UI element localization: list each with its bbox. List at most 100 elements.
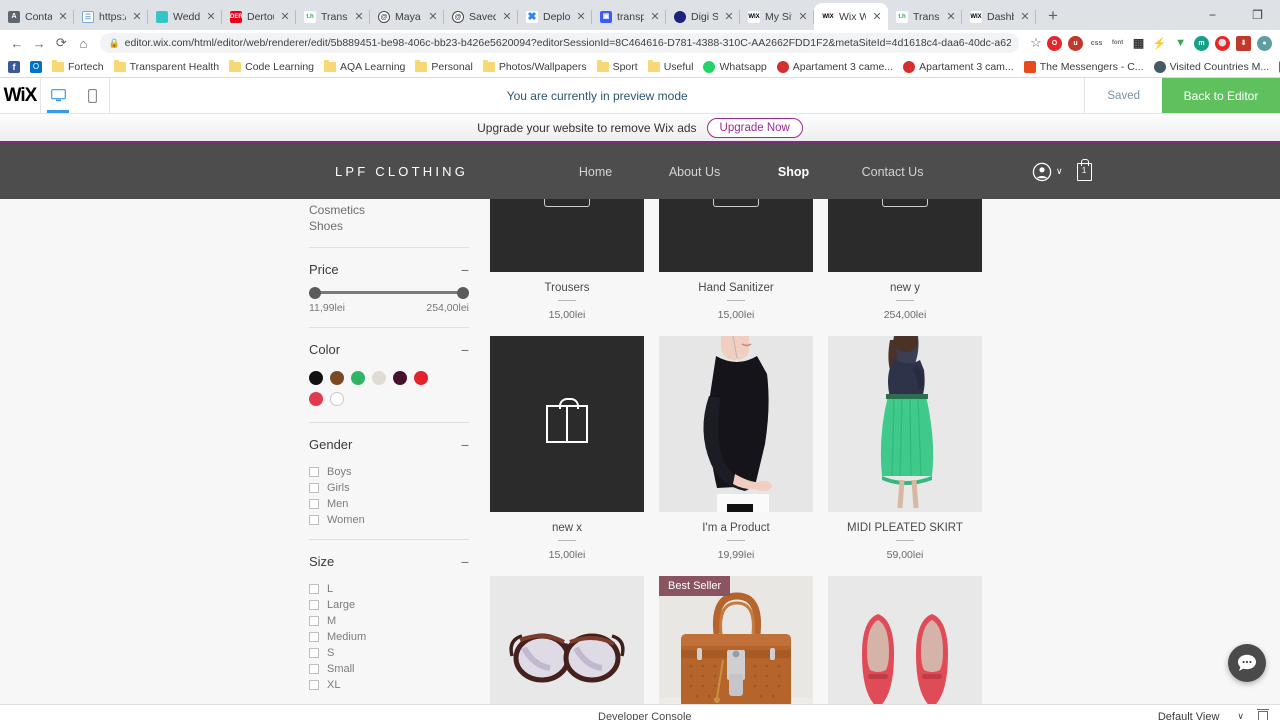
nav-item-shop[interactable]: Shop — [744, 165, 843, 179]
filter-color-header[interactable]: Color − — [309, 342, 469, 357]
checkbox-size-large[interactable] — [309, 600, 319, 610]
collapse-icon[interactable]: − — [461, 438, 469, 452]
checkbox-row[interactable]: S — [309, 647, 469, 659]
trash-icon[interactable] — [1257, 708, 1269, 720]
product-card[interactable]: Best Seller — [659, 576, 813, 704]
color-swatch-black[interactable] — [309, 371, 323, 385]
product-image[interactable] — [828, 576, 982, 704]
address-bar[interactable]: 🔒 editor.wix.com/html/editor/web/rendere… — [100, 33, 1019, 53]
checkbox-row[interactable]: XL — [309, 679, 469, 691]
collapse-icon[interactable]: − — [461, 555, 469, 569]
checkbox-women[interactable] — [309, 515, 319, 525]
checkbox-row[interactable]: Small — [309, 663, 469, 675]
bookmark-outlook[interactable]: O — [26, 60, 46, 74]
bookmark-folder[interactable]: Photos/Wallpapers — [479, 59, 591, 74]
checkbox-girls[interactable] — [309, 483, 319, 493]
bookmark-apps[interactable]: f — [4, 60, 24, 74]
product-image[interactable] — [659, 199, 813, 272]
mobile-icon[interactable] — [75, 78, 109, 113]
bookmark-folder[interactable]: AQA Learning — [320, 59, 409, 74]
category-link-shoes[interactable]: Shoes — [309, 218, 469, 234]
browser-tab[interactable]: Digi Sport ✕ — [666, 3, 740, 30]
stop-icon[interactable]: ⚪ — [1215, 35, 1231, 51]
close-icon[interactable]: ✕ — [427, 11, 439, 23]
checkbox-row[interactable]: Women — [309, 514, 469, 526]
checkbox-size-l[interactable] — [309, 584, 319, 594]
product-image[interactable] — [659, 336, 813, 512]
browser-tab[interactable]: @ Maya cold ✕ — [370, 3, 444, 30]
checkbox-row[interactable]: Boys — [309, 466, 469, 478]
site-brand[interactable]: LPF CLOTHING — [335, 164, 468, 179]
close-icon[interactable]: ✕ — [575, 11, 587, 23]
product-title[interactable]: MIDI PLEATED SKIRT — [828, 522, 982, 534]
save-icon[interactable]: ⬇ — [1236, 35, 1252, 51]
product-title[interactable]: new x — [490, 522, 644, 534]
close-icon[interactable]: ✕ — [723, 11, 735, 23]
filter-price-header[interactable]: Price − — [309, 262, 469, 277]
bookmark-site[interactable]: Apartament 3 cam... — [899, 60, 1018, 74]
checkbox-size-m[interactable] — [309, 616, 319, 626]
price-slider-min-handle[interactable] — [309, 286, 321, 299]
browser-tab[interactable]: WeddFest ✕ — [148, 3, 222, 30]
browser-tab[interactable]: t.h Transparen ✕ — [296, 3, 370, 30]
browser-tab[interactable]: @ Saved Item ✕ — [444, 3, 518, 30]
css-icon[interactable]: css — [1089, 36, 1104, 51]
home-icon[interactable]: ⌂ — [72, 31, 94, 55]
checkbox-size-medium[interactable] — [309, 632, 319, 642]
browser-tab-active[interactable]: WIX Wix Webs ✕ — [814, 3, 888, 30]
reload-icon[interactable]: ⟳ — [50, 31, 72, 55]
minimize-button[interactable]: − — [1190, 0, 1235, 30]
checkbox-size-xl[interactable] — [309, 680, 319, 690]
product-title[interactable]: Trousers — [490, 282, 644, 294]
browser-tab[interactable]: DER Dertour.ro ✕ — [222, 3, 296, 30]
bookmark-site[interactable]: Whatsapp — [699, 60, 770, 74]
filter-gender-header[interactable]: Gender − — [309, 437, 469, 452]
product-card[interactable]: MIDI PLEATED SKIRT 59,00lei — [828, 336, 982, 561]
close-icon[interactable]: ✕ — [649, 11, 661, 23]
profile-icon[interactable]: ● — [1257, 35, 1273, 51]
close-icon[interactable]: ✕ — [205, 11, 217, 23]
color-swatch-green[interactable] — [351, 371, 365, 385]
grid-icon[interactable]: ▦ — [1131, 36, 1146, 51]
nav-item-home[interactable]: Home — [546, 165, 645, 179]
checkbox-row[interactable]: Medium — [309, 631, 469, 643]
colorpick-icon[interactable]: ▼ — [1173, 36, 1188, 51]
filter-size-header[interactable]: Size − — [309, 554, 469, 569]
bookmark-site[interactable]: Visited Countries M... — [1150, 60, 1274, 74]
browser-tab[interactable]: WIX My Sites | ✕ — [740, 3, 814, 30]
checkbox-boys[interactable] — [309, 467, 319, 477]
checkbox-row[interactable]: Girls — [309, 482, 469, 494]
product-image[interactable] — [490, 199, 644, 272]
account-menu[interactable]: ∨ — [1032, 162, 1063, 182]
bookmark-folder[interactable]: Code Learning — [225, 59, 318, 74]
bookmark-folder[interactable]: Personal — [411, 59, 476, 74]
checkbox-row[interactable]: Large — [309, 599, 469, 611]
product-card[interactable]: Trousers 15,00lei — [490, 199, 644, 321]
product-title[interactable]: new y — [828, 282, 982, 294]
back-to-editor-button[interactable]: Back to Editor — [1162, 78, 1280, 113]
product-image[interactable] — [490, 336, 644, 512]
product-image[interactable]: Best Seller — [659, 576, 813, 704]
collapse-icon[interactable]: − — [461, 343, 469, 357]
close-icon[interactable]: ✕ — [131, 11, 143, 23]
product-card[interactable]: new x 15,00lei — [490, 336, 644, 561]
nav-item-contact-us[interactable]: Contact Us — [843, 165, 942, 179]
bookmark-site[interactable]: Interactive Visited C... — [1275, 60, 1280, 74]
checkbox-row[interactable]: L — [309, 583, 469, 595]
color-swatch-beige[interactable] — [372, 371, 386, 385]
checkbox-men[interactable] — [309, 499, 319, 509]
checkbox-size-small[interactable] — [309, 664, 319, 674]
close-icon[interactable]: ✕ — [57, 11, 69, 23]
product-title[interactable]: Hand Sanitizer — [659, 282, 813, 294]
product-title[interactable]: I'm a Product — [659, 522, 813, 534]
close-icon[interactable]: ✕ — [353, 11, 365, 23]
browser-tab[interactable]: t.h Transpare ✕ — [888, 3, 962, 30]
category-link-cosmetics[interactable]: Cosmetics — [309, 202, 469, 218]
close-icon[interactable]: ✕ — [279, 11, 291, 23]
product-image[interactable] — [828, 199, 982, 272]
color-swatch-plum[interactable] — [393, 371, 407, 385]
price-slider-max-handle[interactable] — [457, 286, 469, 299]
browser-tab[interactable]: A Contact - ✕ — [0, 3, 74, 30]
checkbox-row[interactable]: M — [309, 615, 469, 627]
developer-console-title[interactable]: Developer Console — [598, 711, 692, 720]
